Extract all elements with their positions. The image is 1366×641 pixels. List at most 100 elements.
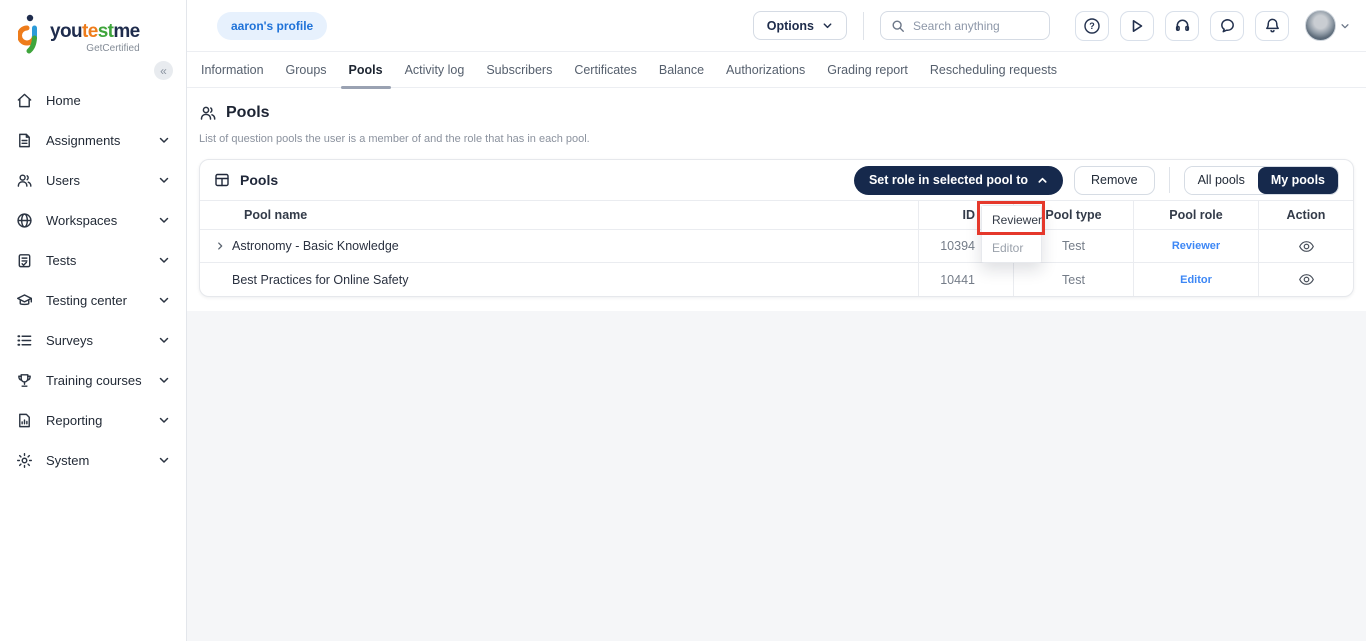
sidebar-item-system[interactable]: System (0, 440, 186, 480)
chevron-down-icon (159, 217, 169, 223)
sidebar-item-label: Testing center (46, 292, 127, 308)
pools-card-title: Pools (240, 172, 279, 188)
options-button[interactable]: Options (752, 11, 847, 40)
expand-row-icon[interactable] (212, 241, 228, 251)
eye-icon (1298, 274, 1314, 285)
tab-pools[interactable]: Pools (338, 52, 394, 89)
search-input[interactable] (913, 18, 1033, 33)
pool-type: Test (1013, 263, 1133, 296)
main-area: aaron's profile Options ? (187, 0, 1366, 641)
view-pool-button[interactable] (1298, 271, 1315, 288)
page-title: Pools (226, 104, 270, 121)
pools-card: Pools Set role in selected pool to Remov… (199, 159, 1354, 297)
play-icon (1132, 19, 1143, 32)
pools-table: Pool name ID Pool type Pool role Action … (200, 200, 1353, 296)
sidebar-item-surveys[interactable]: Surveys (0, 320, 186, 360)
tab-certificates[interactable]: Certificates (563, 52, 648, 88)
sidebar-item-workspaces[interactable]: Workspaces (0, 200, 186, 240)
sidebar-item-reporting[interactable]: Reporting (0, 400, 186, 440)
my-pools-toggle[interactable]: My pools (1257, 166, 1338, 194)
chevron-down-icon (159, 297, 169, 303)
avatar (1305, 10, 1336, 41)
view-pool-button[interactable] (1298, 238, 1315, 255)
sidebar-item-training-courses[interactable]: Training courses (0, 360, 186, 400)
pools-filter-toggle: All pools My pools (1183, 165, 1339, 195)
graduation-cap-icon (16, 293, 33, 305)
chat-button[interactable] (1210, 10, 1244, 41)
people-icon (200, 106, 216, 120)
set-role-button[interactable]: Set role in selected pool to (853, 165, 1064, 195)
chevron-down-icon (159, 177, 169, 183)
sidebar-item-testing-center[interactable]: Testing center (0, 280, 186, 320)
set-role-dropdown: Reviewer Editor (981, 205, 1042, 263)
tab-rescheduling-requests[interactable]: Rescheduling requests (919, 52, 1068, 88)
tab-information[interactable]: Information (190, 52, 275, 88)
svg-text:?: ? (1089, 21, 1095, 31)
sidebar-item-label: Workspaces (46, 212, 118, 228)
headphones-icon (1175, 19, 1189, 31)
remove-button[interactable]: Remove (1074, 165, 1155, 195)
sidebar-item-label: Reporting (46, 412, 103, 428)
help-button[interactable]: ? (1075, 10, 1109, 41)
sidebar: youtestme GetCertified « Home Assignment… (0, 0, 187, 641)
sidebar-item-assignments[interactable]: Assignments (0, 120, 186, 160)
sidebar-item-label: Tests (46, 252, 77, 268)
column-header-action[interactable]: Action (1258, 201, 1353, 229)
global-search[interactable] (880, 11, 1050, 40)
pools-card-header: Pools Set role in selected pool to Remov… (200, 160, 1353, 200)
document-icon (19, 133, 30, 147)
page-description: List of question pools the user is a mem… (199, 133, 590, 145)
table-row[interactable]: Astronomy - Basic Knowledge 10394 Test R… (200, 230, 1353, 263)
pool-role-link[interactable]: Editor (1180, 274, 1212, 286)
sidebar-item-home[interactable]: Home (0, 80, 186, 120)
eye-icon (1298, 240, 1314, 252)
tab-subscribers[interactable]: Subscribers (475, 52, 563, 88)
role-option-editor[interactable]: Editor (982, 234, 1041, 262)
sidebar-collapse-button[interactable]: « (154, 61, 173, 80)
notifications-button[interactable] (1255, 10, 1289, 41)
youtestme-logo-mark (18, 14, 37, 54)
logo-wordmark: youtestme (50, 21, 140, 42)
sidebar-item-label: System (46, 452, 90, 468)
chevron-down-icon (823, 23, 832, 29)
home-icon (17, 93, 32, 107)
table-row[interactable]: Best Practices for Online Safety 10441 T… (200, 263, 1353, 296)
chevron-down-icon (159, 257, 169, 263)
content: Pools List of question pools the user is… (187, 88, 1366, 301)
chevron-down-icon (159, 457, 169, 463)
sidebar-item-label: Users (46, 172, 80, 188)
column-header-pool-role[interactable]: Pool role (1133, 201, 1258, 229)
all-pools-toggle[interactable]: All pools (1184, 166, 1258, 194)
report-icon (19, 413, 30, 427)
column-header-pool-name[interactable]: Pool name (200, 201, 918, 229)
chevron-down-icon (1341, 23, 1349, 28)
sidebar-item-tests[interactable]: Tests (0, 240, 186, 280)
trophy-icon (18, 373, 31, 387)
tab-balance[interactable]: Balance (648, 52, 715, 88)
page-head: Pools (199, 104, 1354, 122)
support-button[interactable] (1165, 10, 1199, 41)
tab-groups[interactable]: Groups (275, 52, 338, 88)
chat-bubble-icon (1220, 19, 1234, 33)
pool-id: 10441 (918, 263, 1013, 296)
sidebar-nav: Home Assignments Users Workspaces Tests (0, 66, 186, 480)
sidebar-item-label: Surveys (46, 332, 93, 348)
user-menu[interactable] (1305, 10, 1350, 41)
pool-name: Best Practices for Online Safety (232, 272, 409, 287)
pool-name: Astronomy - Basic Knowledge (232, 239, 399, 253)
pool-role-link[interactable]: Reviewer (1172, 240, 1220, 252)
tab-activity-log[interactable]: Activity log (394, 52, 476, 88)
sidebar-item-users[interactable]: Users (0, 160, 186, 200)
breadcrumb-profile-chip[interactable]: aaron's profile (217, 11, 328, 40)
chevron-up-icon (1038, 177, 1047, 183)
help-icon: ? (1084, 17, 1100, 34)
chevron-down-icon (159, 377, 169, 383)
chevron-down-icon (159, 417, 169, 423)
role-option-reviewer[interactable]: Reviewer (982, 206, 1042, 234)
users-icon (17, 174, 32, 187)
tab-grading-report[interactable]: Grading report (816, 52, 919, 88)
pools-card-actions: Set role in selected pool to Remove All … (853, 165, 1339, 195)
tab-authorizations[interactable]: Authorizations (715, 52, 816, 88)
chevron-down-icon (159, 337, 169, 343)
tutorials-button[interactable] (1120, 10, 1154, 41)
